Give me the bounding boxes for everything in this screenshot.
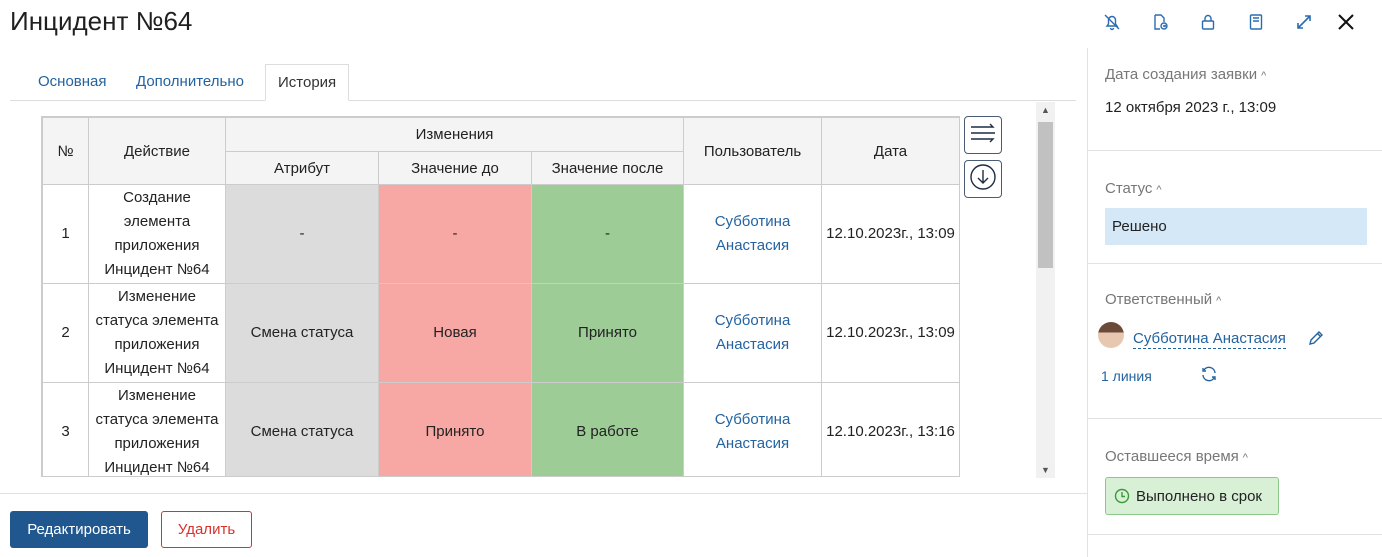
history-table: № Действие Изменения Пользователь Дата А… xyxy=(42,117,959,476)
row-date: 12.10.2023г., 13:09 xyxy=(821,184,959,284)
row-attribute: - xyxy=(225,184,379,284)
remaining-status-badge: Выполнено в срок xyxy=(1105,477,1279,515)
row-user-link[interactable]: Субботина Анастасия xyxy=(683,283,823,383)
row-date: 12.10.2023г., 13:09 xyxy=(821,283,959,383)
scrollbar-thumb[interactable] xyxy=(1038,122,1053,268)
table-row: 3 Изменение статуса элемента приложения … xyxy=(42,382,959,476)
col-user-header: Пользователь xyxy=(683,117,823,185)
row-num: 3 xyxy=(42,382,89,476)
status-value: Решено xyxy=(1105,208,1367,245)
columns-settings-icon xyxy=(969,122,997,149)
expand-icon[interactable] xyxy=(1280,8,1328,36)
tab-main[interactable]: Основная xyxy=(38,64,107,99)
row-date: 12.10.2023г., 13:16 xyxy=(821,382,959,476)
row-num: 1 xyxy=(42,184,89,284)
table-row: 2 Изменение статуса элемента приложения … xyxy=(42,283,959,383)
row-action: Создание элемента приложения Инцидент №6… xyxy=(88,184,226,284)
download-button[interactable] xyxy=(964,160,1002,198)
col-num-header: № xyxy=(42,117,89,185)
row-before: Новая xyxy=(378,283,532,383)
created-label[interactable]: Дата создания заявки ^ xyxy=(1105,66,1266,83)
clock-icon xyxy=(1114,488,1130,504)
row-num: 2 xyxy=(42,283,89,383)
support-line-value: 1 линия xyxy=(1101,368,1152,384)
columns-settings-button[interactable] xyxy=(964,116,1002,154)
responsible-user-link[interactable]: Субботина Анастасия xyxy=(1133,330,1286,349)
table-row: 1 Создание элемента приложения Инцидент … xyxy=(42,184,959,284)
avatar xyxy=(1098,322,1124,348)
lock-icon[interactable] xyxy=(1184,8,1232,36)
row-attribute: Смена статуса xyxy=(225,283,379,383)
created-section: Дата создания заявки ^ 12 октября 2023 г.… xyxy=(1088,48,1382,151)
edit-button[interactable]: Редактировать xyxy=(10,511,148,548)
col-changes-header: Изменения xyxy=(224,117,685,152)
created-value: 12 октября 2023 г., 13:09 xyxy=(1105,99,1277,116)
tab-additional[interactable]: Дополнительно xyxy=(136,64,244,99)
refresh-icon[interactable] xyxy=(1200,365,1218,388)
scroll-up-icon[interactable]: ▲ xyxy=(1041,105,1050,115)
page-title: Инцидент №64 xyxy=(10,6,193,36)
close-icon[interactable] xyxy=(1328,8,1364,36)
col-attribute-header: Атрибут xyxy=(225,151,379,185)
header-toolbar xyxy=(1088,8,1364,36)
chevron-up-icon: ^ xyxy=(1242,452,1248,464)
row-before: - xyxy=(378,184,532,284)
chevron-up-icon: ^ xyxy=(1156,184,1162,196)
row-attribute: Смена статуса xyxy=(225,382,379,476)
book-icon[interactable] xyxy=(1232,8,1280,36)
download-icon xyxy=(969,163,997,196)
remaining-label[interactable]: Оставшееся время ^ xyxy=(1105,448,1248,465)
tab-history[interactable]: История xyxy=(265,64,350,101)
pencil-icon[interactable] xyxy=(1307,329,1325,352)
bell-off-icon[interactable] xyxy=(1088,8,1136,36)
row-user-link[interactable]: Субботина Анастасия xyxy=(683,382,823,476)
status-section: Статус ^ xyxy=(1088,150,1382,264)
row-after: Принято xyxy=(530,283,685,383)
col-date-header: Дата xyxy=(821,117,959,185)
history-table-container: № Действие Изменения Пользователь Дата А… xyxy=(41,116,960,477)
status-label[interactable]: Статус ^ xyxy=(1105,180,1162,197)
file-export-icon[interactable] xyxy=(1136,8,1184,36)
chevron-up-icon: ^ xyxy=(1261,70,1267,82)
details-panel: Дата создания заявки ^ 12 октября 2023 г.… xyxy=(1087,48,1382,557)
row-action: Изменение статуса элемента приложения Ин… xyxy=(88,283,226,383)
table-side-buttons xyxy=(964,116,1002,204)
footer-divider xyxy=(0,493,1087,494)
row-after: - xyxy=(530,184,685,284)
table-scrollbar[interactable]: ▲ ▼ xyxy=(1036,102,1055,478)
col-before-header: Значение до xyxy=(378,151,532,185)
tabs-bar: Основная Дополнительно История xyxy=(10,64,1076,101)
responsible-label[interactable]: Ответственный ^ xyxy=(1105,291,1221,308)
row-user-link[interactable]: Субботина Анастасия xyxy=(683,184,823,284)
chevron-up-icon: ^ xyxy=(1216,295,1222,307)
col-after-header: Значение после xyxy=(530,151,685,185)
row-before: Принято xyxy=(378,382,532,476)
row-after: В работе xyxy=(530,382,685,476)
row-action: Изменение статуса элемента приложения Ин… xyxy=(88,382,226,476)
delete-button[interactable]: Удалить xyxy=(161,511,252,548)
col-action-header: Действие xyxy=(88,117,226,185)
scroll-down-icon[interactable]: ▼ xyxy=(1041,465,1050,475)
